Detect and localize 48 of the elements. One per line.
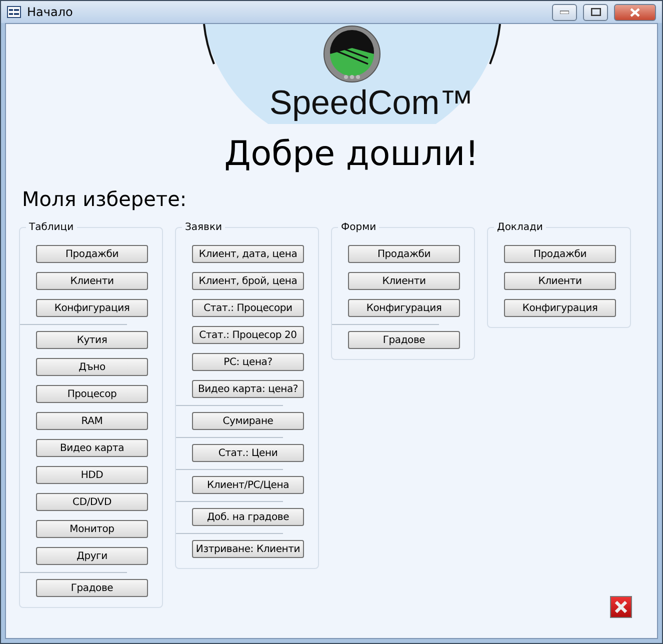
menu-button[interactable]: Продажби	[36, 245, 148, 263]
menu-button[interactable]: Клиент/PC/Цена	[192, 476, 304, 494]
menu-button[interactable]: Продажби	[348, 245, 460, 263]
menu-button[interactable]: Стат.: Процесор 20	[192, 326, 304, 344]
menu-button[interactable]: Клиент, брой, цена	[192, 272, 304, 290]
menu-button[interactable]: Градове	[348, 331, 460, 349]
group-title: Таблици	[28, 222, 75, 233]
menu-button[interactable]: Видео карта	[36, 439, 148, 457]
menu-button[interactable]: Градове	[36, 579, 148, 597]
menu-button[interactable]: Клиенти	[348, 272, 460, 290]
menu-button[interactable]: Изтриване: Клиенти	[192, 540, 304, 558]
menu-button[interactable]: Видео карта: цена?	[192, 380, 304, 398]
menu-button[interactable]: Дъно	[36, 358, 148, 376]
close-icon	[630, 8, 640, 16]
menu-button[interactable]: Конфигурация	[348, 299, 460, 317]
logo-text: SpeedCom™	[269, 84, 474, 122]
menu-button[interactable]: Кутия	[36, 331, 148, 349]
menu-button[interactable]: Монитор	[36, 520, 148, 538]
prompt-text: Моля изберете:	[22, 186, 188, 212]
maximize-icon	[590, 8, 600, 16]
menu-button[interactable]: HDD	[36, 466, 148, 484]
menu-button[interactable]: Клиенти	[36, 272, 148, 290]
menu-button[interactable]: Клиенти	[504, 272, 616, 290]
menu-button[interactable]: Стат.: Цени	[192, 444, 304, 462]
menu-button[interactable]: Доб. на градове	[192, 508, 304, 526]
close-icon	[614, 600, 628, 614]
menu-button[interactable]: PC: цена?	[192, 353, 304, 371]
menu-button[interactable]: CD/DVD	[36, 493, 148, 511]
close-button[interactable]	[614, 4, 656, 20]
group-title: Заявки	[184, 222, 223, 233]
maximize-button[interactable]	[583, 4, 608, 20]
window-title: Начало	[27, 5, 74, 19]
menu-button[interactable]: Стат.: Процесори	[192, 299, 304, 317]
close-form-button[interactable]	[610, 596, 632, 618]
menu-button[interactable]: Конфигурация	[504, 299, 616, 317]
minimize-button[interactable]	[552, 4, 577, 20]
menu-button[interactable]: Процесор	[36, 385, 148, 403]
menu-button[interactable]: Конфигурация	[36, 299, 148, 317]
menu-button[interactable]: Други	[36, 547, 148, 565]
form-icon	[7, 6, 21, 18]
menu-button[interactable]: Продажби	[504, 245, 616, 263]
group-title: Доклади	[496, 222, 544, 233]
group-title: Форми	[340, 222, 378, 233]
menu-button[interactable]: Сумиране	[192, 412, 304, 430]
menu-button[interactable]: RAM	[36, 412, 148, 430]
welcome-heading: Добре дошли!	[224, 133, 479, 176]
minimize-icon	[560, 10, 569, 14]
menu-button[interactable]: Клиент, дата, цена	[192, 245, 304, 263]
